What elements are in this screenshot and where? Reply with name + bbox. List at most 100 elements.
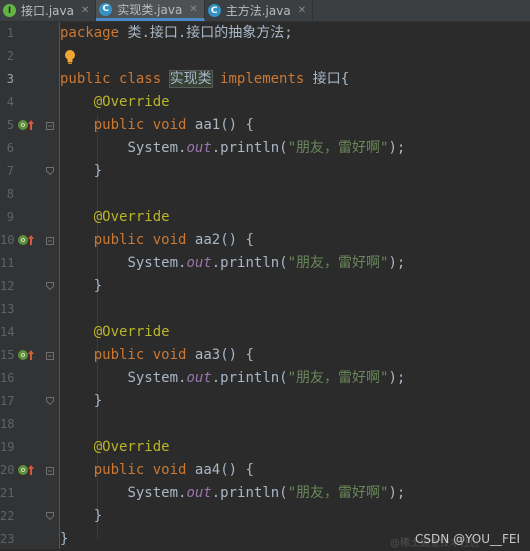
code-line[interactable]: 7 }	[0, 160, 530, 183]
line-number: 2	[6, 49, 14, 63]
line-number: 9	[6, 210, 14, 224]
arrow-up-icon[interactable]	[28, 465, 34, 475]
annotation: @Override	[93, 94, 170, 110]
code-line[interactable]: 10 o public void aa2() {	[0, 229, 530, 252]
keyword: implements	[220, 71, 305, 87]
code-line[interactable]: 4 @Override	[0, 91, 530, 114]
method-paren: () {	[220, 117, 254, 133]
line-number: 12	[0, 279, 15, 293]
fold-icon[interactable]	[46, 467, 54, 475]
fold-icon[interactable]	[46, 237, 54, 245]
line-number: 5	[6, 118, 14, 132]
tab-label: 接口.java	[21, 4, 74, 18]
tab-main-method-java[interactable]: C 主方法.java ✕	[205, 0, 314, 21]
println-call: .println(	[211, 485, 288, 501]
arrow-up-icon[interactable]	[28, 120, 34, 130]
line-number: 10	[0, 233, 15, 247]
fold-end-icon[interactable]	[46, 282, 54, 290]
close-brace: }	[93, 163, 103, 179]
code-line[interactable]: 6 System.out.println("朋友，雷好啊");	[0, 137, 530, 160]
code-line[interactable]: 11 System.out.println("朋友，雷好啊");	[0, 252, 530, 275]
println-call: .println(	[211, 370, 288, 386]
fold-icon[interactable]	[46, 122, 54, 130]
close-icon[interactable]: ✕	[81, 5, 89, 16]
fold-end-icon[interactable]	[46, 512, 54, 520]
code-line[interactable]: 20 o public void aa4() {	[0, 459, 530, 482]
line-number: 23	[0, 532, 15, 546]
code-line[interactable]: 17 }	[0, 390, 530, 413]
close-icon[interactable]: ✕	[189, 4, 197, 15]
watermark: CSDN @YOU__FEI	[415, 532, 520, 546]
string-literal: "朋友，雷好啊"	[287, 140, 389, 156]
arrow-up-icon[interactable]	[28, 350, 34, 360]
line-number: 7	[6, 164, 14, 178]
arrow-up-icon[interactable]	[28, 235, 34, 245]
class-name: 实现类	[168, 70, 213, 88]
code-line[interactable]: 9 @Override	[0, 206, 530, 229]
code-editor[interactable]: 1 package 类.接口.接口的抽象方法; 2 3 public class…	[0, 22, 530, 549]
string-literal: "朋友，雷好啊"	[287, 485, 389, 501]
override-marker-icon[interactable]: o	[18, 120, 28, 130]
line-number: 8	[6, 187, 14, 201]
override-marker-icon[interactable]: o	[18, 235, 28, 245]
code-line[interactable]: 1 package 类.接口.接口的抽象方法;	[0, 22, 530, 45]
code-line[interactable]: 22 }	[0, 505, 530, 528]
line-number: 17	[0, 394, 15, 408]
override-marker-icon[interactable]: o	[18, 465, 28, 475]
code-line[interactable]: 15 o public void aa3() {	[0, 344, 530, 367]
close-brace: }	[60, 531, 69, 547]
keyword: void	[152, 462, 187, 478]
interface-icon: I	[3, 4, 16, 17]
println-call: .println(	[211, 255, 288, 271]
println-close: );	[388, 370, 406, 386]
tab-label: 主方法.java	[225, 4, 291, 18]
close-brace: }	[93, 278, 103, 294]
tab-interface-java[interactable]: I 接口.java ✕	[0, 0, 97, 21]
lightbulb-icon[interactable]	[64, 49, 76, 65]
close-brace: }	[93, 393, 103, 409]
keyword: public	[93, 347, 145, 363]
close-brace: }	[93, 508, 103, 524]
keyword: package	[60, 25, 120, 41]
code-line[interactable]: 5 o public void aa1() {	[0, 114, 530, 137]
line-number: 15	[0, 348, 15, 362]
editor-tab-bar: I 接口.java ✕ C 实现类.java ✕ C 主方法.java ✕	[0, 0, 530, 22]
class-icon: C	[207, 4, 221, 17]
println-close: );	[388, 140, 406, 156]
out-field: out	[186, 370, 212, 386]
close-icon[interactable]: ✕	[298, 5, 306, 16]
tab-impl-class-java[interactable]: C 实现类.java ✕	[96, 0, 205, 21]
println-call: .println(	[211, 140, 288, 156]
keyword: public	[93, 232, 145, 248]
keyword: void	[152, 117, 187, 133]
code-line[interactable]: 19 @Override	[0, 436, 530, 459]
line-number: 11	[0, 256, 15, 270]
code-line[interactable]: 16 System.out.println("朋友，雷好啊");	[0, 367, 530, 390]
keyword: class	[119, 71, 162, 87]
code-line[interactable]: 12 }	[0, 275, 530, 298]
out-field: out	[186, 485, 212, 501]
code-line[interactable]: 8	[0, 183, 530, 206]
code-line-current[interactable]: 3 public class 实现类 implements 接口{	[0, 68, 530, 91]
keyword: public	[60, 71, 111, 87]
package-name: 类.接口.接口的抽象方法;	[127, 25, 293, 41]
keyword: void	[152, 232, 187, 248]
code-line[interactable]: 2	[0, 45, 530, 68]
keyword: void	[152, 347, 187, 363]
fold-icon[interactable]	[46, 352, 54, 360]
method-name: aa2	[194, 232, 221, 248]
code-line[interactable]: 21 System.out.println("朋友，雷好啊");	[0, 482, 530, 505]
line-number: 1	[6, 26, 14, 40]
fold-end-icon[interactable]	[46, 397, 54, 405]
out-field: out	[186, 140, 212, 156]
line-number: 3	[6, 72, 14, 86]
code-line[interactable]: 18	[0, 413, 530, 436]
method-paren: () {	[220, 232, 254, 248]
code-line[interactable]: 14 @Override	[0, 321, 530, 344]
override-marker-icon[interactable]: o	[18, 350, 28, 360]
line-number: 22	[0, 509, 15, 523]
annotation: @Override	[93, 439, 170, 455]
line-number: 18	[0, 417, 15, 431]
code-line[interactable]: 13	[0, 298, 530, 321]
fold-end-icon[interactable]	[46, 167, 54, 175]
